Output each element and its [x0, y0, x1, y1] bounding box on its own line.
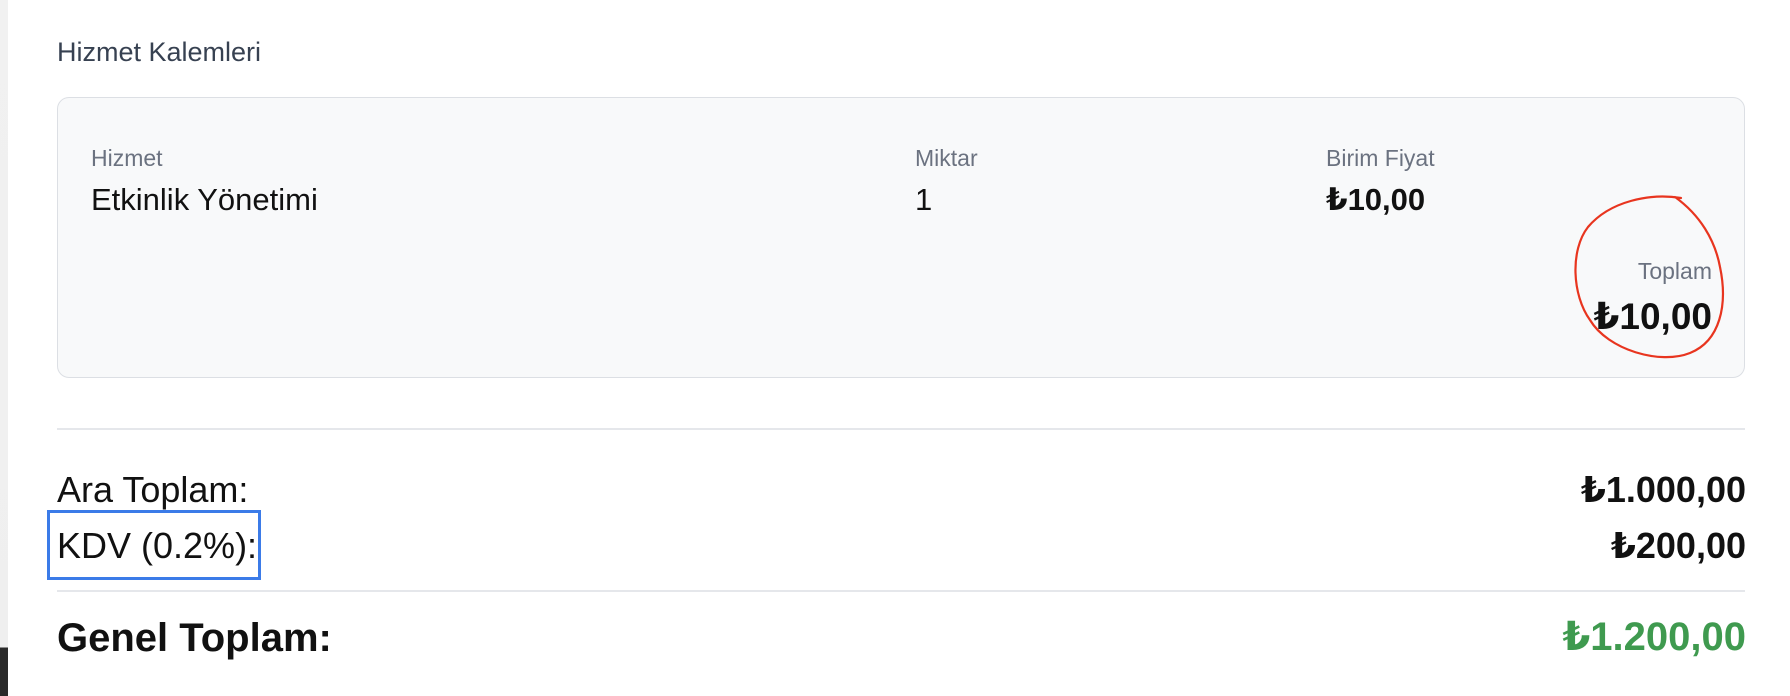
unit-price-value: ₺10,00 [1326, 182, 1426, 217]
line-total-value: ₺10,00 [1593, 296, 1712, 337]
subtotal-value: ₺1.000,00 [1580, 469, 1746, 510]
quantity-value: 1 [915, 182, 933, 217]
divider [57, 428, 1745, 430]
service-value: Etkinlik Yönetimi [91, 182, 318, 217]
quantity-label: Miktar [915, 145, 978, 171]
window-left-edge [0, 0, 8, 696]
grand-total-label: Genel Toplam: [57, 616, 332, 660]
unit-price-label: Birim Fiyat [1326, 145, 1435, 171]
subtotal-label: Ara Toplam: [57, 469, 249, 510]
vat-label: KDV (0.2%): [57, 525, 258, 566]
line-total-label: Toplam [1637, 258, 1712, 284]
service-line-item-card: Hizmet Etkinlik Yönetimi Miktar 1 Birim … [57, 97, 1745, 378]
vat-value: ₺200,00 [1610, 525, 1746, 566]
divider [57, 590, 1745, 592]
section-title: Hizmet Kalemleri [57, 37, 262, 67]
grand-total-value: ₺1.200,00 [1562, 615, 1746, 659]
service-label: Hizmet [91, 145, 163, 171]
